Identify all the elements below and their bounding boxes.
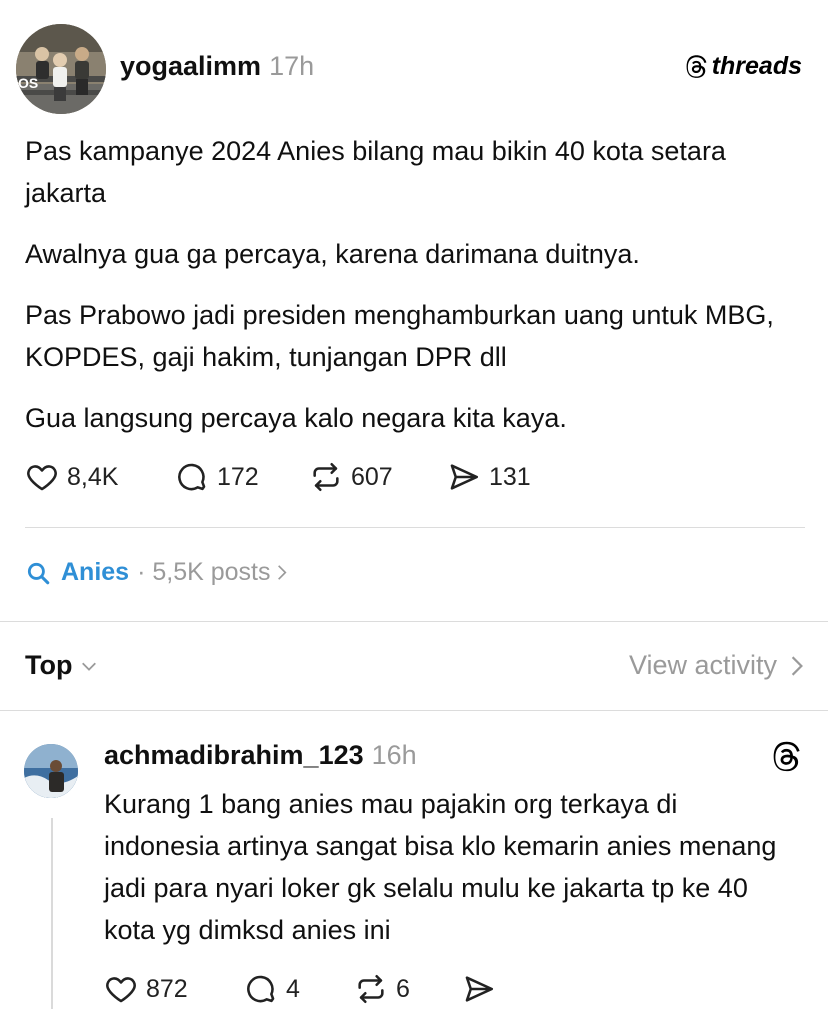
threads-logo-icon bbox=[686, 54, 707, 78]
heart-icon bbox=[27, 465, 57, 491]
post-body: Pas kampanye 2024 Anies bilang mau bikin… bbox=[25, 130, 805, 458]
reply-avatar-photo bbox=[24, 744, 78, 798]
comment-button[interactable]: 172 bbox=[175, 460, 309, 494]
post-username[interactable]: yogaalimm bbox=[120, 51, 261, 81]
like-button[interactable]: 8,4K bbox=[25, 460, 175, 494]
thread-line bbox=[51, 818, 53, 1009]
topic-link[interactable]: Anies · 5,5K posts bbox=[25, 558, 287, 587]
post-paragraph: Gua langsung percaya kalo negara kita ka… bbox=[25, 403, 567, 433]
reply-share-button[interactable] bbox=[462, 972, 496, 1006]
sort-dropdown[interactable]: Top bbox=[25, 650, 98, 681]
avatar[interactable]: OS bbox=[16, 24, 106, 114]
reply-repost-count: 6 bbox=[396, 974, 410, 1003]
like-count: 8,4K bbox=[67, 462, 119, 491]
post-paragraph: Pas kampanye 2024 Anies bilang mau bikin… bbox=[25, 136, 726, 208]
avatar-overlay-text: OS bbox=[18, 75, 38, 91]
repost-icon bbox=[358, 974, 384, 1004]
reply-repost-button[interactable]: 6 bbox=[354, 972, 462, 1006]
topic-name[interactable]: Anies bbox=[61, 558, 129, 587]
heart-icon bbox=[106, 977, 136, 1003]
repost-button[interactable]: 607 bbox=[309, 460, 447, 494]
post-paragraph: Pas Prabowo jadi presiden menghamburkan … bbox=[25, 300, 774, 372]
share-icon bbox=[450, 464, 479, 490]
chevron-right-icon bbox=[277, 565, 287, 580]
repost-icon bbox=[313, 462, 339, 492]
replies-sort-bar: Top View activity bbox=[25, 648, 805, 688]
reply-comment-count: 4 bbox=[286, 974, 300, 1003]
comment-count: 172 bbox=[217, 462, 259, 491]
divider bbox=[0, 621, 828, 622]
share-icon bbox=[465, 976, 494, 1002]
reply-like-button[interactable]: 872 bbox=[104, 972, 244, 1006]
repost-count: 607 bbox=[351, 462, 393, 491]
brand-wordmark: threads bbox=[711, 52, 802, 80]
view-activity-label: View activity bbox=[628, 650, 777, 680]
post-header: OS yogaalimm 17h threads bbox=[16, 22, 812, 114]
reply-actions: 872 4 6 bbox=[104, 972, 496, 1006]
reply-username[interactable]: achmadibrahim_123 bbox=[104, 740, 364, 770]
divider bbox=[0, 710, 828, 711]
reply-comment-button[interactable]: 4 bbox=[244, 972, 354, 1006]
comment-icon bbox=[247, 975, 275, 1003]
sort-label: Top bbox=[25, 650, 73, 680]
post-timestamp: 17h bbox=[269, 51, 315, 81]
share-button[interactable]: 131 bbox=[447, 460, 531, 494]
post-actions: 8,4K 172 607 131 bbox=[25, 460, 531, 494]
topic-post-count: · 5,5K posts bbox=[137, 558, 271, 586]
reply-text: Kurang 1 bang anies mau pajakin org terk… bbox=[104, 789, 777, 945]
chevron-right-icon bbox=[791, 655, 803, 676]
reply-timestamp: 16h bbox=[371, 740, 417, 770]
reply-avatar[interactable] bbox=[24, 744, 78, 798]
comment-icon bbox=[178, 463, 206, 491]
avatar-photo: OS bbox=[16, 24, 106, 114]
threads-logo-icon bbox=[773, 741, 800, 772]
post-paragraph: Awalnya gua ga percaya, karena darimana … bbox=[25, 239, 640, 269]
chevron-down-icon bbox=[82, 662, 97, 671]
threads-brand: threads bbox=[683, 52, 802, 81]
share-count: 131 bbox=[489, 462, 531, 491]
post-author[interactable]: yogaalimm 17h bbox=[120, 51, 314, 82]
reply-author[interactable]: achmadibrahim_123 16h bbox=[104, 740, 417, 771]
divider bbox=[25, 527, 805, 528]
search-icon bbox=[27, 562, 50, 584]
view-activity-link[interactable]: View activity bbox=[629, 650, 805, 681]
reply-like-count: 872 bbox=[146, 974, 188, 1003]
